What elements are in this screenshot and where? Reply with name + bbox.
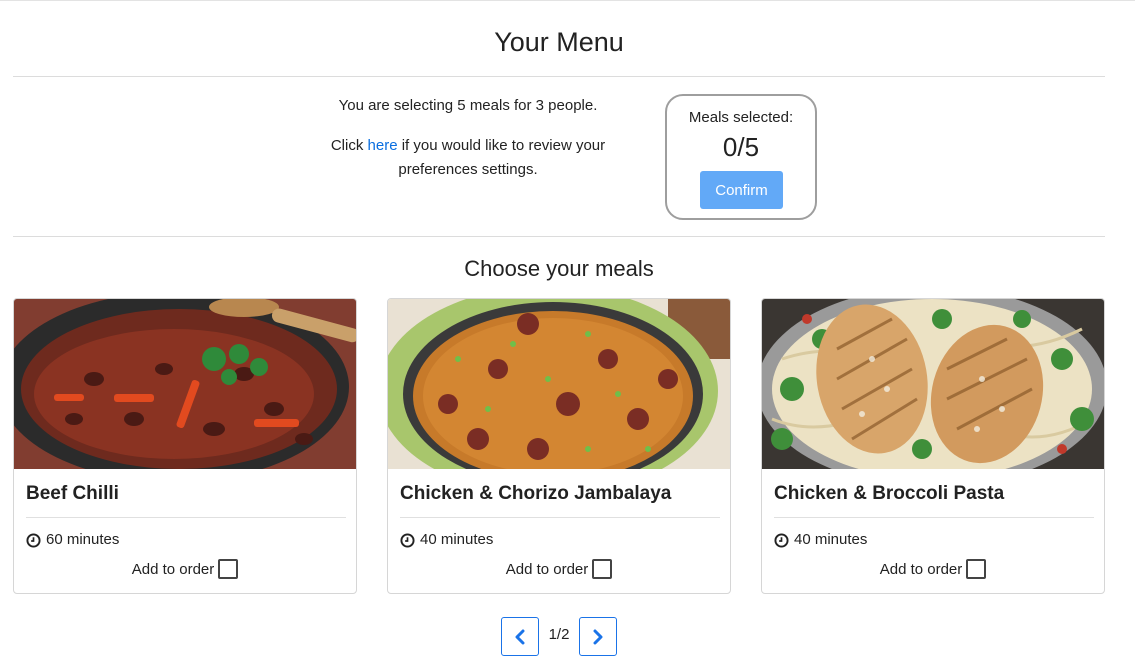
meal-count-text: You are selecting 5 meals for 3 people.: [338, 97, 598, 114]
preferences-text: Click here if you would like to review y…: [300, 134, 636, 182]
preferences-link[interactable]: here: [368, 137, 398, 154]
next-page-button[interactable]: [579, 617, 617, 656]
chevron-right-icon: [593, 629, 603, 644]
card-divider: [400, 517, 720, 518]
meal-name: Beef Chilli: [26, 483, 119, 504]
meal-card: Beef Chilli 60 minutes Add to order: [13, 298, 357, 594]
top-divider: [0, 0, 1135, 2]
preferences-suffix: if you would like to review your prefere…: [397, 137, 606, 178]
preferences-prefix: Click: [330, 137, 368, 154]
add-to-order: Add to order: [762, 559, 1104, 579]
page-title: Your Menu: [494, 27, 624, 57]
clock-icon: [774, 533, 789, 548]
add-to-order-label: Add to order: [505, 561, 589, 578]
add-to-order-label: Add to order: [131, 561, 215, 578]
clock-icon: [26, 533, 41, 548]
chevron-left-icon: [515, 629, 525, 644]
add-to-order-checkbox[interactable]: [218, 559, 239, 579]
intro-text: You are selecting 5 meals for 3 people. …: [300, 94, 636, 182]
clock-icon: [400, 533, 415, 548]
prep-time-text: 60 minutes: [46, 530, 120, 548]
header-divider: [13, 76, 1105, 77]
prep-time-text: 40 minutes: [794, 530, 868, 548]
prep-time: 60 minutes: [26, 530, 119, 548]
add-to-order-checkbox[interactable]: [966, 559, 987, 579]
meals-selected-label: Meals selected:: [688, 109, 794, 126]
meal-name: Chicken & Broccoli Pasta: [774, 483, 1005, 504]
section-divider: [13, 236, 1105, 237]
beef-chilli-photo: [14, 299, 356, 469]
add-to-order-checkbox[interactable]: [592, 559, 613, 579]
prep-time: 40 minutes: [400, 530, 493, 548]
meal-card: Chicken & Broccoli Pasta 40 minutes Add …: [761, 298, 1105, 594]
add-to-order: Add to order: [14, 559, 356, 579]
prep-time: 40 minutes: [774, 530, 867, 548]
previous-page-button[interactable]: [501, 617, 539, 656]
prep-time-text: 40 minutes: [420, 530, 494, 548]
page-indicator: 1/2: [548, 626, 570, 643]
confirm-button[interactable]: Confirm: [700, 171, 783, 209]
chicken-pasta-photo: [762, 299, 1104, 469]
jambalaya-photo: [388, 299, 730, 469]
meals-selected-count: 0/5: [722, 132, 760, 162]
section-title: Choose your meals: [464, 256, 654, 281]
meal-card: Chicken & Chorizo Jambalaya 40 minutes A…: [387, 298, 731, 594]
add-to-order-label: Add to order: [879, 561, 963, 578]
meals-selected-panel: Meals selected: 0/5 Confirm: [665, 94, 817, 220]
pagination: 1/2: [0, 617, 1118, 657]
card-divider: [774, 517, 1094, 518]
card-divider: [26, 517, 346, 518]
meal-name: Chicken & Chorizo Jambalaya: [400, 483, 672, 504]
add-to-order: Add to order: [388, 559, 730, 579]
